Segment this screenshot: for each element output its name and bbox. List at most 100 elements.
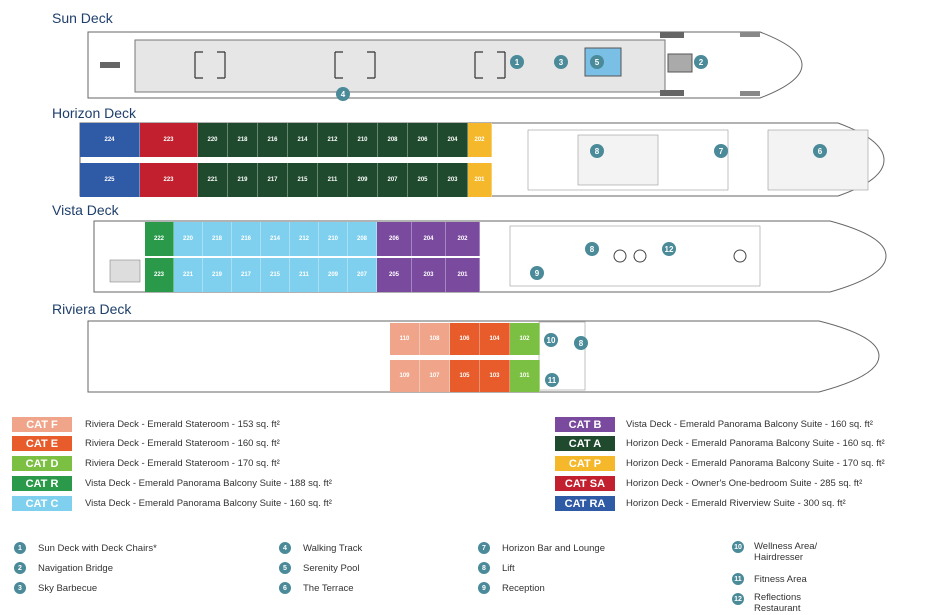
cat-p-badge: CAT P	[555, 456, 615, 471]
feature-8-label: Lift	[502, 563, 515, 574]
cabin: 206	[408, 123, 438, 157]
cat-c-desc: Vista Deck - Emerald Panorama Balcony Su…	[85, 498, 332, 509]
marker-2: 2	[694, 55, 708, 69]
feature-8-num: 8	[478, 562, 490, 574]
cabin: 225	[80, 163, 140, 197]
cabin: 217	[258, 163, 288, 197]
cat-f-desc: Riviera Deck - Emerald Stateroom - 153 s…	[85, 419, 280, 430]
cabin: 102	[510, 323, 540, 355]
cabin: 215	[288, 163, 318, 197]
cat-f-badge: CAT F	[12, 417, 72, 432]
marker-11: 11	[545, 373, 559, 387]
horizon-deck-title: Horizon Deck	[52, 105, 137, 121]
cabin: 210	[319, 222, 348, 256]
cat-c-badge: CAT C	[12, 496, 72, 511]
cabin: 101	[510, 360, 540, 392]
feature-5-num: 5	[279, 562, 291, 574]
marker-8-vista: 8	[585, 242, 599, 256]
cat-r-badge: CAT R	[12, 476, 72, 491]
feature-9-num: 9	[478, 582, 490, 594]
cabin: 205	[408, 163, 438, 197]
cabin: 202	[468, 123, 492, 157]
cabin: 108	[420, 323, 450, 355]
cat-sa-badge: CAT SA	[555, 476, 615, 491]
cabin: 208	[378, 123, 408, 157]
cabin: 223	[145, 258, 174, 292]
cabin: 201	[446, 258, 480, 292]
cat-ra-desc: Horizon Deck - Emerald Riverview Suite -…	[626, 498, 846, 509]
feature-12-label: Reflections Restaurant	[754, 592, 801, 614]
cabin: 211	[290, 258, 319, 292]
cabin: 216	[232, 222, 261, 256]
feature-10-num: 10	[732, 541, 744, 553]
cabin: 223	[140, 163, 198, 197]
cabin: 204	[412, 222, 446, 256]
cabin: 203	[438, 163, 468, 197]
cat-sa-desc: Horizon Deck - Owner's One-bedroom Suite…	[626, 478, 863, 489]
cabin: 211	[318, 163, 348, 197]
cabin: 214	[288, 123, 318, 157]
cat-ra-badge: CAT RA	[555, 496, 615, 511]
cat-b-badge: CAT B	[555, 417, 615, 432]
marker-5: 5	[590, 55, 604, 69]
marker-10: 10	[544, 333, 558, 347]
cabin: 104	[480, 323, 510, 355]
cat-a-desc: Horizon Deck - Emerald Panorama Balcony …	[626, 438, 885, 449]
cat-p-desc: Horizon Deck - Emerald Panorama Balcony …	[626, 458, 885, 469]
feature-2-num: 2	[14, 562, 26, 574]
cat-d-badge: CAT D	[12, 456, 72, 471]
cabin: 105	[450, 360, 480, 392]
vista-deck-title: Vista Deck	[52, 202, 119, 218]
feature-7-label: Horizon Bar and Lounge	[502, 543, 605, 554]
feature-7-num: 7	[478, 542, 490, 554]
marker-12: 12	[662, 242, 676, 256]
cabin: 110	[390, 323, 420, 355]
marker-3: 3	[554, 55, 568, 69]
marker-8: 8	[590, 144, 604, 158]
cabin: 109	[390, 360, 420, 392]
cat-e-badge: CAT E	[12, 436, 72, 451]
cabin: 207	[378, 163, 408, 197]
cabin: 219	[228, 163, 258, 197]
cabin: 209	[348, 163, 378, 197]
feature-11-label: Fitness Area	[754, 574, 807, 585]
cabin: 217	[232, 258, 261, 292]
cabin: 221	[174, 258, 203, 292]
feature-9-label: Reception	[502, 583, 545, 594]
cabin: 209	[319, 258, 348, 292]
cat-r-desc: Vista Deck - Emerald Panorama Balcony Su…	[85, 478, 332, 489]
cabin: 212	[318, 123, 348, 157]
cabin: 208	[348, 222, 377, 256]
feature-5-label: Serenity Pool	[303, 563, 360, 574]
cabin: 218	[203, 222, 232, 256]
cabin: 220	[198, 123, 228, 157]
marker-1: 1	[510, 55, 524, 69]
cabin: 206	[377, 222, 412, 256]
cat-d-desc: Riviera Deck - Emerald Stateroom - 170 s…	[85, 458, 280, 469]
feature-6-label: The Terrace	[303, 583, 354, 594]
cabin: 207	[348, 258, 377, 292]
feature-10-label: Wellness Area/ Hairdresser	[754, 541, 818, 563]
feature-4-label: Walking Track	[303, 543, 363, 554]
feature-1-label: Sun Deck with Deck Chairs*	[38, 543, 157, 554]
cabin: 106	[450, 323, 480, 355]
cabin: 203	[412, 258, 446, 292]
marker-8-riviera: 8	[574, 336, 588, 350]
marker-7: 7	[714, 144, 728, 158]
feature-3-num: 3	[14, 582, 26, 594]
cat-b-desc: Vista Deck - Emerald Panorama Balcony Su…	[626, 419, 873, 430]
cat-e-desc: Riviera Deck - Emerald Stateroom - 160 s…	[85, 438, 280, 449]
feature-2-label: Navigation Bridge	[38, 563, 113, 574]
cabin: 224	[80, 123, 140, 157]
cat-a-badge: CAT A	[555, 436, 615, 451]
cabin: 202	[446, 222, 480, 256]
sun-deck-title: Sun Deck	[52, 10, 113, 26]
feature-4-num: 4	[279, 542, 291, 554]
marker-4: 4	[336, 87, 350, 101]
cabin: 205	[377, 258, 412, 292]
feature-1-num: 1	[14, 542, 26, 554]
cabin: 212	[290, 222, 319, 256]
feature-3-label: Sky Barbecue	[38, 583, 98, 594]
cabin: 218	[228, 123, 258, 157]
feature-12-num: 12	[732, 593, 744, 605]
